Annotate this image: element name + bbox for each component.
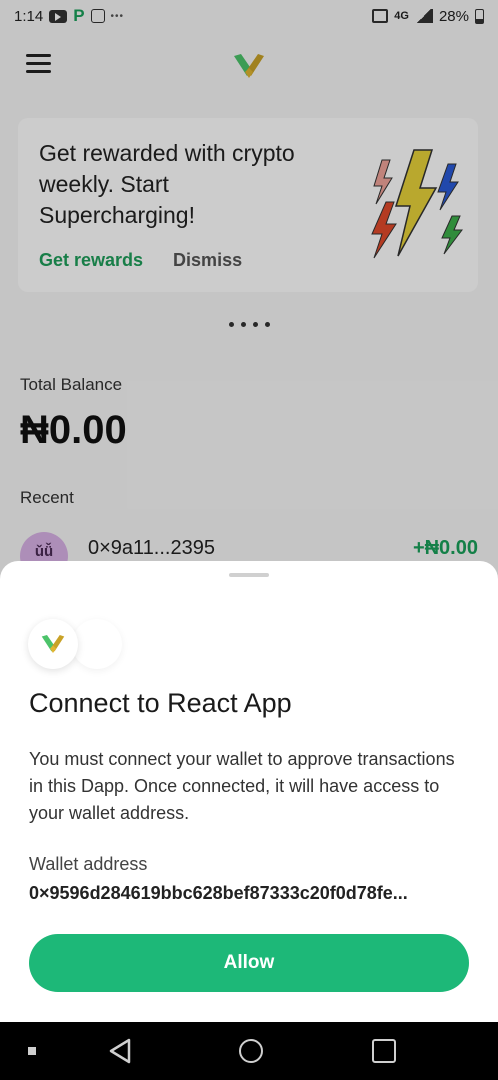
v-logo-icon xyxy=(41,635,65,653)
wallet-address-value: 0×9596d284619bbc628bef87333c20f0d78fe... xyxy=(29,883,408,903)
wallet-address-label: Wallet address xyxy=(29,854,148,874)
allow-button[interactable]: Allow xyxy=(29,934,469,992)
home-circle-icon[interactable] xyxy=(239,1039,263,1063)
sheet-title: Connect to React App xyxy=(29,688,292,718)
nav-indicator-icon xyxy=(28,1047,36,1055)
sheet-description: You must connect your wallet to approve … xyxy=(29,749,455,823)
dapp-icon-placeholder xyxy=(72,619,122,669)
sheet-drag-handle[interactable] xyxy=(229,573,269,577)
connect-dapp-sheet: Connect to React App You must connect yo… xyxy=(0,561,498,1022)
back-triangle-icon[interactable] xyxy=(108,1038,132,1064)
recents-square-icon[interactable] xyxy=(372,1039,396,1063)
system-nav-bar xyxy=(0,1022,498,1080)
wallet-logo xyxy=(28,619,78,669)
